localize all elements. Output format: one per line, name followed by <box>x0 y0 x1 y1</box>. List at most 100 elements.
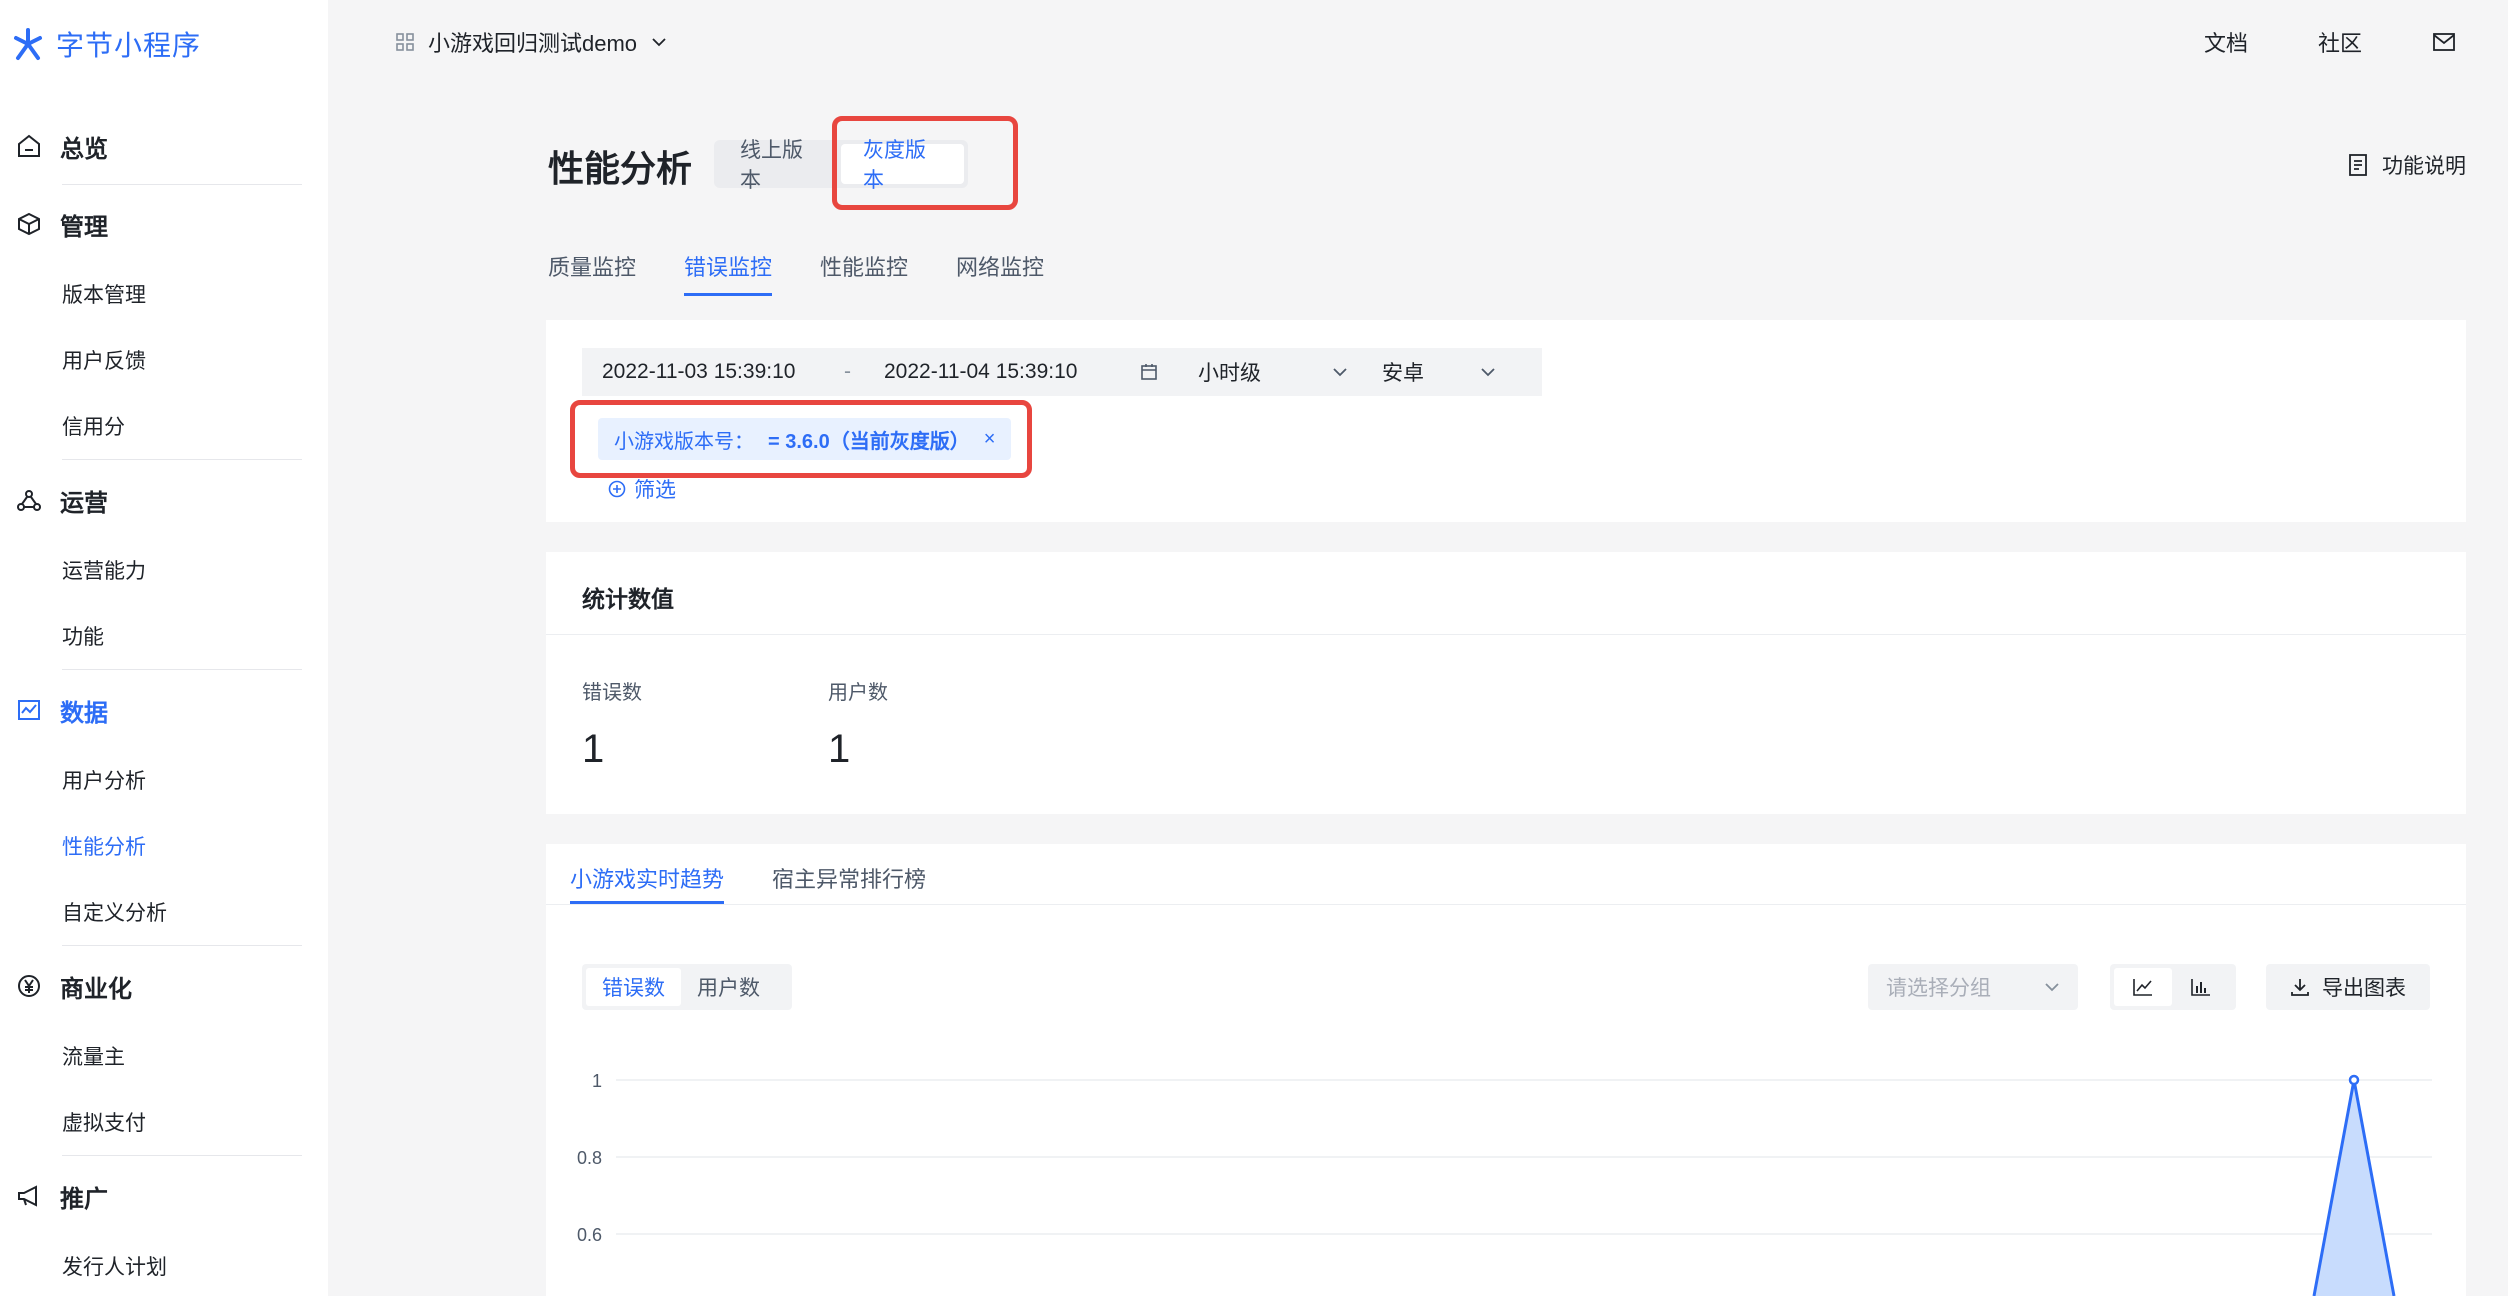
metric-user-count-button[interactable]: 用户数 <box>681 968 776 1006</box>
stat-error-count: 错误数 1 <box>582 676 642 772</box>
stats-title: 统计数值 <box>582 586 674 612</box>
document-icon <box>2349 154 2367 176</box>
version-toggle: 线上版本 灰度版本 <box>714 139 968 192</box>
app-name: 小游戏回归测试demo <box>428 31 638 56</box>
tab-quality-monitor[interactable]: 质量监控 <box>548 250 636 296</box>
help-label: 功能说明 <box>2382 155 2466 178</box>
sidebar-item-publisher-plan[interactable]: 发行人计划 <box>62 1250 167 1286</box>
sidebar-group-label: 推广 <box>60 1185 108 1213</box>
tab-host-exception-ranking[interactable]: 宿主异常排行榜 <box>772 862 926 904</box>
metric-error-count-button[interactable]: 错误数 <box>586 968 681 1006</box>
nav-divider <box>62 459 302 460</box>
y-tick-label: 0.6 <box>577 1225 602 1245</box>
tab-realtime-trend[interactable]: 小游戏实时趋势 <box>570 862 725 904</box>
sidebar-item-credit[interactable]: 信用分 <box>62 410 125 446</box>
group-placeholder: 请选择分组 <box>1886 977 1991 1000</box>
bar-chart-icon <box>2191 979 2210 996</box>
brand-logo[interactable]: 字节小程序 <box>10 24 201 64</box>
version-filter-tag: 小游戏版本号： = 3.6.0（当前灰度版） × <box>598 418 1012 460</box>
stat-value: 1 <box>582 727 605 771</box>
cube-icon <box>18 212 40 236</box>
chevron-down-icon <box>2045 983 2059 992</box>
docs-link[interactable]: 文档 <box>2204 26 2248 58</box>
sidebar-item-version-manage[interactable]: 版本管理 <box>62 278 146 314</box>
operation-icon <box>17 490 41 511</box>
stat-user-count: 用户数 1 <box>828 676 888 772</box>
online-version-tab[interactable]: 线上版本 <box>718 139 841 192</box>
sidebar-item-virtual-payment[interactable]: 虚拟支付 <box>62 1106 146 1142</box>
sidebar-group-label: 总览 <box>60 135 108 163</box>
home-icon <box>18 134 40 157</box>
date-end[interactable]: 2022-11-04 15:39:10 <box>884 360 1077 384</box>
filter-card: 2022-11-03 15:39:10 - 2022-11-04 15:39:1… <box>546 320 2466 522</box>
chart-type-toggle <box>2110 964 2236 1010</box>
sidebar-item-user-analysis[interactable]: 用户分析 <box>62 764 146 800</box>
add-filter-label: 筛选 <box>634 479 676 502</box>
feature-description-link[interactable]: 功能说明 <box>2348 150 2466 180</box>
sidebar-item-monetization[interactable]: 商业化 <box>16 966 132 1006</box>
page-title: 性能分析 <box>548 148 693 189</box>
line-chart-button[interactable] <box>2114 968 2172 1006</box>
date-start[interactable]: 2022-11-03 15:39:10 <box>602 360 795 384</box>
plus-circle-icon <box>608 480 626 498</box>
app-selector[interactable]: 小游戏回归测试demo <box>396 26 667 58</box>
group-select[interactable]: 请选择分组 <box>1868 964 2078 1010</box>
stats-card: 统计数值 错误数 1 用户数 1 <box>546 552 2466 814</box>
monitor-tabs: 质量监控 错误监控 性能监控 网络监控 <box>548 250 1044 296</box>
tab-error-monitor[interactable]: 错误监控 <box>684 250 773 296</box>
tag-key: 小游戏版本号： <box>614 430 754 453</box>
tab-performance-monitor[interactable]: 性能监控 <box>820 250 908 296</box>
sidebar-group-label: 管理 <box>60 213 108 241</box>
platform-select[interactable]: 安卓 <box>1364 348 1514 396</box>
sidebar-item-operation[interactable]: 运营 <box>16 480 108 520</box>
sidebar-group-label: 商业化 <box>60 975 132 1003</box>
sidebar: 字节小程序 总览 管理 版本管理 用户反馈 信用分 运营 运营能力 功能 数据 … <box>0 0 328 1296</box>
tab-network-monitor[interactable]: 网络监控 <box>956 250 1044 296</box>
bar-chart-button[interactable] <box>2172 968 2230 1006</box>
sidebar-item-data[interactable]: 数据 <box>16 690 108 730</box>
sidebar-item-performance-analysis[interactable]: 性能分析 <box>62 830 146 866</box>
divider <box>546 904 2466 905</box>
topbar: 小游戏回归测试demo 文档 社区 <box>328 0 2508 90</box>
line-chart-icon <box>2133 979 2152 996</box>
nav-divider <box>62 184 302 185</box>
y-tick-label: 0.8 <box>577 1148 602 1168</box>
chevron-down-icon <box>652 38 666 47</box>
nav-divider <box>62 1155 302 1156</box>
add-filter-button[interactable]: 筛选 <box>608 474 676 504</box>
sidebar-item-promotion[interactable]: 推广 <box>16 1176 108 1216</box>
download-icon <box>2291 979 2309 996</box>
chevron-down-icon <box>1333 368 1347 377</box>
export-chart-button[interactable]: 导出图表 <box>2266 964 2430 1010</box>
platform-value: 安卓 <box>1382 362 1424 385</box>
sidebar-item-operation-ability[interactable]: 运营能力 <box>62 554 146 590</box>
sidebar-item-overview[interactable]: 总览 <box>16 126 108 166</box>
metric-toggle: 错误数 用户数 <box>582 964 792 1010</box>
sidebar-group-label: 运营 <box>60 489 108 517</box>
granularity-select[interactable]: 小时级 <box>1180 348 1366 396</box>
sidebar-item-traffic-owner[interactable]: 流量主 <box>62 1040 125 1076</box>
date-separator: - <box>844 360 851 383</box>
brand-name: 字节小程序 <box>56 30 202 61</box>
sidebar-item-custom-analysis[interactable]: 自定义分析 <box>62 896 167 932</box>
mail-icon[interactable] <box>2432 30 2456 54</box>
yen-icon <box>18 975 40 997</box>
divider <box>546 634 2466 635</box>
gray-version-tab[interactable]: 灰度版本 <box>841 139 964 192</box>
nav-divider <box>62 669 302 670</box>
tag-close-icon[interactable]: × <box>984 428 996 451</box>
tag-value: = 3.6.0（当前灰度版） <box>768 430 970 453</box>
sidebar-item-manage[interactable]: 管理 <box>16 204 108 244</box>
y-tick-label: 1 <box>592 1071 602 1091</box>
sidebar-item-feature[interactable]: 功能 <box>62 620 104 656</box>
trend-card: 小游戏实时趋势 宿主异常排行榜 错误数 用户数 请选择分组 导出图表 1 0.8 0… <box>546 844 2466 1296</box>
app-grid-icon <box>396 33 414 51</box>
series-area <box>2314 1080 2394 1296</box>
sidebar-item-user-feedback[interactable]: 用户反馈 <box>62 344 146 380</box>
chart-line-icon <box>18 700 40 720</box>
chevron-down-icon <box>1481 368 1495 377</box>
brand-mark-icon <box>14 28 42 60</box>
community-link[interactable]: 社区 <box>2318 26 2362 58</box>
stat-label: 用户数 <box>828 682 888 704</box>
data-point[interactable] <box>2348 1074 2360 1086</box>
